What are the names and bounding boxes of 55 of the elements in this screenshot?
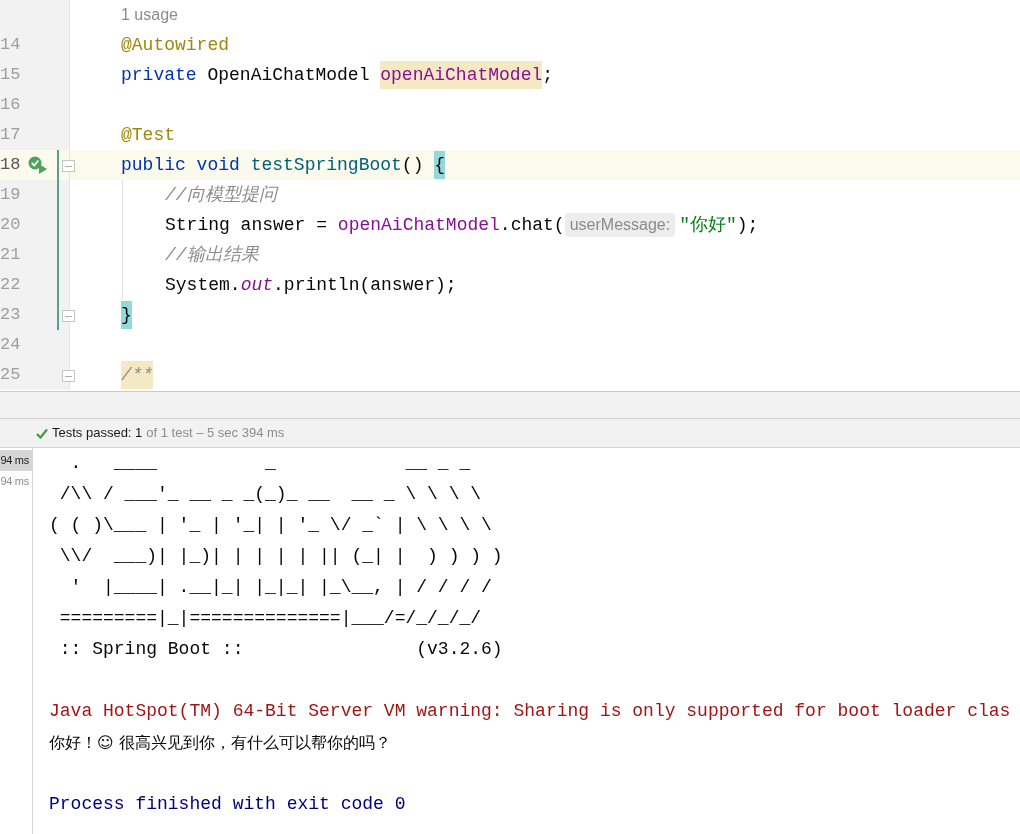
line-number: 23 [0,304,22,327]
console-line: Process finished with exit code 0 [49,793,406,816]
line-number: 25 [0,364,22,387]
line-number: 24 [0,334,22,357]
code-token: public void [121,154,241,177]
code-token: testSpringBoot [250,154,402,177]
code-token: String answer = [165,214,329,237]
line-number: 21 [0,244,22,267]
parameter-hint: userMessage: [564,213,676,237]
line-number: 19 [0,184,22,207]
console-line: Java HotSpot(TM) 64-Bit Server VM warning: Sharing is only supported for boot loader clas [49,700,1011,723]
console-banner-line: /\\ / ___'_ __ _ _(_)_ __ __ _ \ \ \ \ [58,483,482,506]
console-banner-line: ( ( )\___ | '_ | '_| | '_ \/ _` | \ \ \ \ [49,514,492,537]
test-tree-item[interactable]: 94 ms [0,450,32,471]
run-test-icon[interactable] [28,156,48,174]
code-token: .println(answer); [273,274,457,297]
test-summary: of 1 test – 5 sec 394 ms [146,424,285,443]
code-comment: //输出结果 [165,244,259,267]
line-number: 14 [0,34,22,57]
fold-marker-icon[interactable] [62,310,75,322]
line-number: 20 [0,214,22,237]
code-token: @Test [121,124,175,147]
line-number: 16 [0,94,22,117]
test-tree-item[interactable]: 94 ms [0,471,32,492]
console-banner-line: ' |____| .__|_| |_|_| |_\__, | / / / / [69,576,492,599]
code-token: openAiChatModel [380,61,543,89]
code-comment: /** [121,361,154,389]
code-token: OpenAiChatModel [207,64,371,87]
console-banner-line: =========|_|==============|___/=/_/_/_/ [58,607,482,630]
code-token: () [401,154,425,177]
line-number: 18 [0,154,22,177]
code-token: { [434,151,446,179]
code-token: private [121,64,198,87]
code-token: } [121,301,132,329]
code-token: @Autowired [121,34,230,57]
code-token: ); [736,214,759,237]
code-comment: //向模型提问 [165,184,277,207]
console-banner-line: :: Spring Boot :: (v3.2.6) [58,638,503,661]
tests-passed-label: Tests passed: 1 [52,424,143,443]
code-token: out [240,274,274,297]
code-token: "你好" [679,214,737,237]
code-token: openAiChatModel [337,214,500,237]
code-token: System. [165,274,241,297]
fold-marker-icon[interactable] [62,160,75,172]
code-token: .chat( [499,214,565,237]
line-number: 22 [0,274,22,297]
check-icon [36,427,48,439]
line-number: 17 [0,124,22,147]
console-banner-line: . ____ _ __ _ _ [69,452,471,475]
console-banner-line: \\/ ___)| |_)| | | | | || (_| | ) ) ) ) [58,545,503,568]
usage-hint[interactable]: 1 usage [121,3,178,27]
line-number: 15 [0,64,22,87]
code-token: ; [542,64,554,87]
fold-marker-icon[interactable] [62,370,75,382]
console-line: 你好！☺ 很高兴见到你，有什么可以帮你的吗？ [49,731,391,754]
